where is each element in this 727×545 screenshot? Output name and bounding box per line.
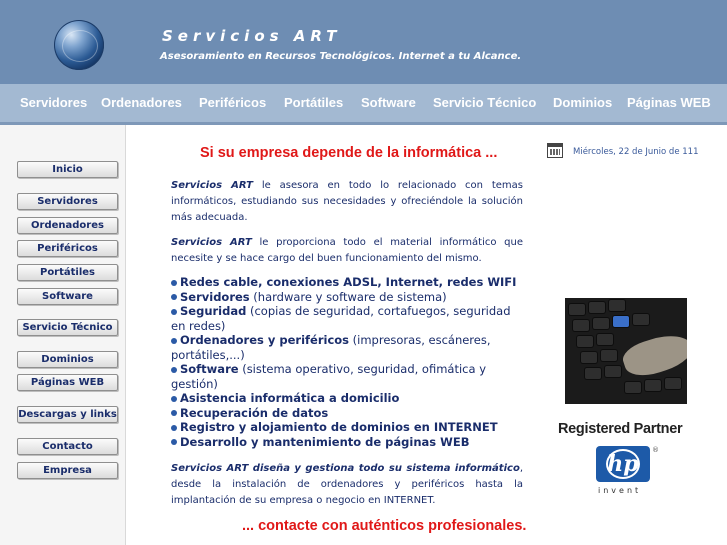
- list-item-title: Registro y alojamiento de dominios en IN…: [180, 420, 498, 434]
- site-tagline: Asesoramiento en Recursos Tecnológicos. …: [160, 51, 522, 62]
- list-item: Recuperación de datos: [171, 406, 523, 421]
- bullet-icon: [171, 395, 177, 402]
- bullet-icon: [171, 279, 177, 286]
- list-item-title: Software: [180, 362, 239, 376]
- bullet-icon: [171, 308, 177, 315]
- bullet-icon: [171, 424, 177, 431]
- topnav-item-perifericos[interactable]: Periféricos: [199, 95, 266, 110]
- sidebar-item-descargas[interactable]: Descargas y links: [17, 406, 118, 423]
- topnav-item-servicio-tecnico[interactable]: Servicio Técnico: [433, 95, 536, 110]
- topnav-item-ordenadores[interactable]: Ordenadores: [101, 95, 182, 110]
- bullet-icon: [171, 410, 177, 416]
- keyboard-hand-image: [565, 298, 687, 404]
- sidebar-item-empresa[interactable]: Empresa: [17, 462, 118, 479]
- list-item: Servidores (hardware y software de siste…: [171, 290, 523, 305]
- sidebar-item-portatiles[interactable]: Portátiles: [17, 264, 118, 281]
- intro-paragraph: Servicios ART le asesora en todo lo rela…: [171, 178, 523, 226]
- registered-partner-label: Registered Partner: [558, 421, 683, 437]
- list-item-title: Recuperación de datos: [180, 405, 329, 420]
- globe-logo-icon: [54, 20, 104, 70]
- sidebar-item-ordenadores[interactable]: Ordenadores: [17, 217, 118, 234]
- list-item-desc: (hardware y software de sistema): [249, 289, 447, 304]
- list-item-title: Asistencia informática a domicilio: [180, 391, 400, 405]
- sidebar-item-perifericos[interactable]: Periféricos: [17, 240, 118, 257]
- list-item: Desarrollo y mantenimiento de páginas WE…: [171, 435, 523, 450]
- list-item-title: Desarrollo y mantenimiento de páginas WE…: [180, 434, 470, 449]
- list-item: Asistencia informática a domicilio: [171, 391, 523, 406]
- bullet-icon: [171, 294, 177, 300]
- hp-logo[interactable]: hp: [596, 446, 650, 482]
- bullet-icon: [171, 366, 177, 373]
- list-item-title: Redes cable, conexiones ADSL, Internet, …: [180, 275, 517, 289]
- list-item: Redes cable, conexiones ADSL, Internet, …: [171, 275, 523, 290]
- list-item: Seguridad (copias de seguridad, cortafue…: [171, 304, 523, 333]
- list-item-title: Seguridad: [180, 304, 247, 318]
- second-paragraph: Servicios ART le proporciona todo el mat…: [171, 235, 523, 267]
- sidebar-item-software[interactable]: Software: [17, 288, 118, 305]
- second-brand: Servicios ART: [171, 237, 252, 248]
- list-item: Ordenadores y periféricos (impresoras, e…: [171, 333, 523, 362]
- list-item-title: Servidores: [180, 289, 250, 304]
- topnav-item-portatiles[interactable]: Portátiles: [284, 95, 343, 110]
- bullet-icon: [171, 439, 177, 445]
- sidebar-item-dominios[interactable]: Dominios: [17, 351, 118, 368]
- sidebar-item-servidores[interactable]: Servidores: [17, 193, 118, 210]
- site-header: Servicios ART Asesoramiento en Recursos …: [0, 0, 727, 84]
- topnav-item-software[interactable]: Software: [361, 95, 416, 110]
- bullet-icon: [171, 337, 177, 344]
- intro-brand: Servicios ART: [171, 180, 253, 191]
- third-brand: Servicios ART diseña y gestiona todo su …: [171, 463, 520, 474]
- sidebar-item-paginas-web[interactable]: Páginas WEB: [17, 374, 118, 391]
- current-date: Miércoles, 22 de Junio de 111: [573, 147, 699, 157]
- topnav-item-servidores[interactable]: Servidores: [20, 95, 87, 110]
- list-item-title: Ordenadores y periféricos: [180, 333, 350, 347]
- page-headline: Si su empresa depende de la informática …: [200, 145, 498, 161]
- list-item: Registro y alojamiento de dominios en IN…: [171, 420, 523, 435]
- top-navigation: Servidores Ordenadores Periféricos Portá…: [0, 84, 727, 122]
- topnav-item-dominios[interactable]: Dominios: [553, 95, 612, 110]
- third-paragraph: Servicios ART diseña y gestiona todo su …: [171, 461, 523, 509]
- hp-registered-mark: ®: [652, 446, 659, 454]
- sidebar-item-inicio[interactable]: Inicio: [17, 161, 118, 178]
- closing-tagline: ... contacte con auténticos profesionale…: [242, 518, 527, 534]
- hp-invent-label: invent: [598, 486, 642, 495]
- list-item: Software (sistema operativo, seguridad, …: [171, 362, 523, 391]
- services-list: Redes cable, conexiones ADSL, Internet, …: [171, 275, 523, 449]
- sidebar-item-servicio-tecnico[interactable]: Servicio Técnico: [17, 319, 118, 336]
- calendar-icon: [547, 143, 563, 158]
- topnav-item-paginas-web[interactable]: Páginas WEB: [627, 95, 711, 110]
- site-brand: Servicios ART: [162, 27, 342, 45]
- sidebar-item-contacto[interactable]: Contacto: [17, 438, 118, 455]
